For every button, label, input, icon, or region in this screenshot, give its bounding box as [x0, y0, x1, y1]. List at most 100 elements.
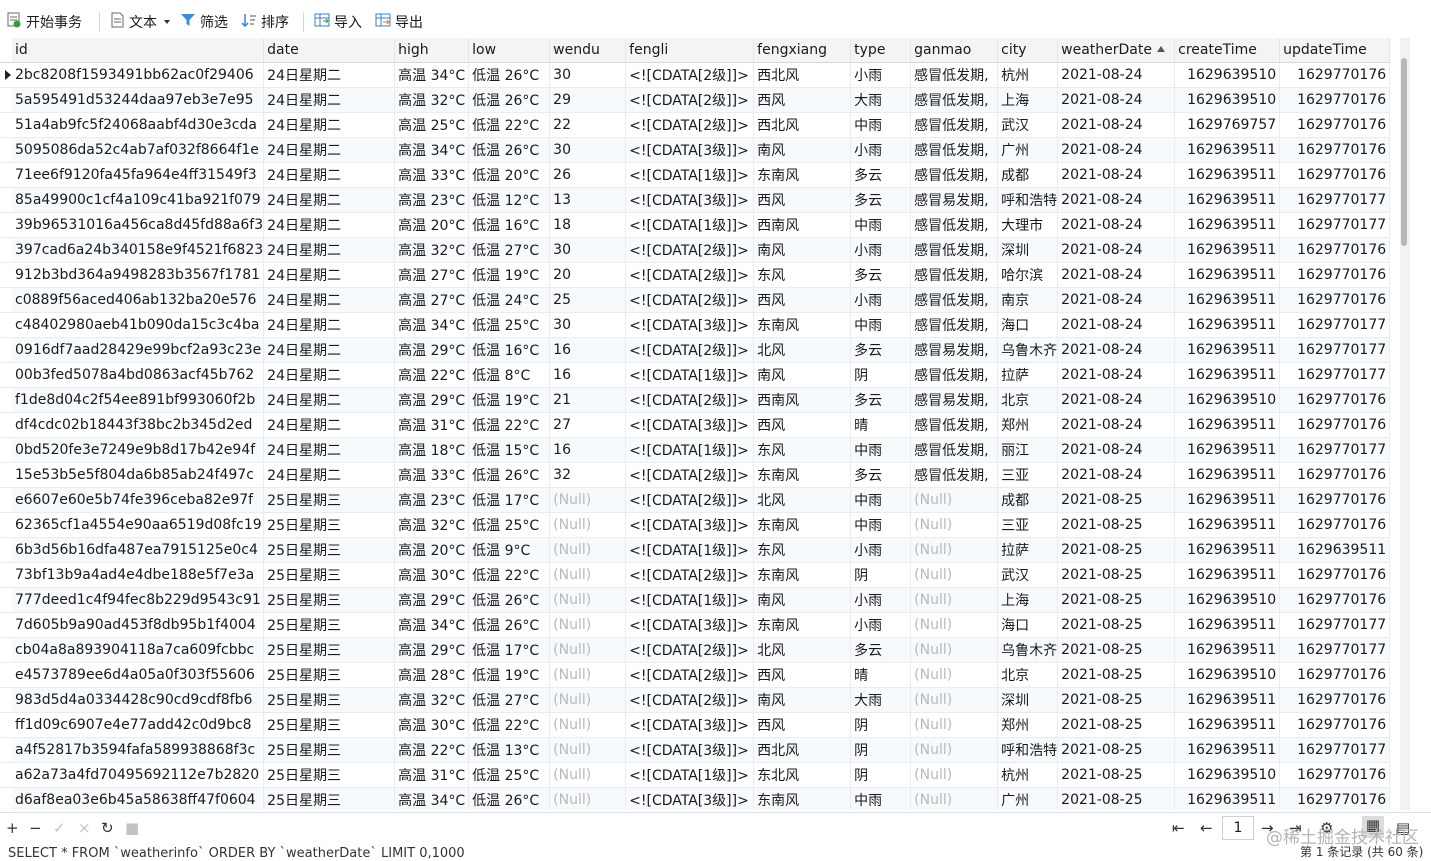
row-indicator[interactable] [0, 237, 12, 263]
cell-low[interactable]: 低温 26°C [468, 462, 551, 488]
cell-type[interactable]: 中雨 [850, 312, 912, 338]
cell-weatherDate[interactable]: 2021-08-24 [1057, 437, 1176, 463]
cell-createTime[interactable]: 1629639511 [1174, 337, 1281, 363]
cell-fengxiang[interactable]: 东风 [753, 537, 852, 563]
page-number-field[interactable]: 1 [1222, 816, 1254, 840]
cell-updateTime[interactable]: 1629770177 [1279, 312, 1391, 338]
cell-updateTime[interactable]: 1629770177 [1279, 612, 1391, 638]
cell-fengli[interactable]: <![CDATA[1级]]> [625, 162, 755, 188]
cell-fengli[interactable]: <![CDATA[3级]]> [625, 787, 755, 810]
row-indicator[interactable] [0, 762, 12, 788]
cell-date[interactable]: 24日星期二 [263, 312, 396, 338]
cell-fengli[interactable]: <![CDATA[2级]]> [625, 687, 755, 713]
cell-updateTime[interactable]: 1629770176 [1279, 562, 1391, 588]
cell-fengxiang[interactable]: 西南风 [753, 387, 852, 413]
cell-type[interactable]: 中雨 [850, 787, 912, 810]
cell-high[interactable]: 高温 22°C [394, 362, 470, 388]
cell-createTime[interactable]: 1629639511 [1174, 412, 1281, 438]
column-header-fengxiang[interactable]: fengxiang [753, 38, 852, 63]
cell-ganmao[interactable]: 感冒低发期, [910, 112, 999, 138]
cell-id[interactable]: 62365cf1a4554e90aa6519d08fc19 [12, 512, 265, 538]
cell-fengxiang[interactable]: 南风 [753, 687, 852, 713]
sort-button[interactable]: 排序 [241, 11, 289, 33]
row-indicator[interactable] [0, 187, 12, 213]
cell-date[interactable]: 25日星期三 [263, 737, 396, 763]
cell-type[interactable]: 大雨 [850, 87, 912, 113]
cell-fengxiang[interactable]: 西风 [753, 662, 852, 688]
cell-fengxiang[interactable]: 北风 [753, 337, 852, 363]
cell-high[interactable]: 高温 20°C [394, 537, 470, 563]
cell-id[interactable]: e6607e60e5b74fe396ceba82e97f [12, 487, 265, 513]
cell-city[interactable]: 广州 [997, 137, 1059, 163]
cell-createTime[interactable]: 1629639511 [1174, 487, 1281, 513]
cell-ganmao[interactable]: 感冒低发期, [910, 162, 999, 188]
cell-fengxiang[interactable]: 东南风 [753, 312, 852, 338]
cell-id[interactable]: a62a73a4fd70495692112e7b2820 [12, 762, 265, 788]
cell-fengxiang[interactable]: 南风 [753, 137, 852, 163]
cell-high[interactable]: 高温 28°C [394, 662, 470, 688]
cell-updateTime[interactable]: 1629770177 [1279, 212, 1391, 238]
cell-id[interactable]: ff1d09c6907e4e77add42c0d9bc8 [12, 712, 265, 738]
cell-type[interactable]: 多云 [850, 162, 912, 188]
cell-fengxiang[interactable]: 西北风 [753, 737, 852, 763]
row-indicator[interactable] [0, 637, 12, 663]
cell-wendu[interactable]: (Null) [549, 712, 627, 738]
table-row[interactable]: a62a73a4fd70495692112e7b2820 25日星期三 高温 31°… [0, 762, 1391, 788]
cell-updateTime[interactable]: 1629770176 [1279, 712, 1391, 738]
row-indicator[interactable] [0, 612, 12, 638]
cell-low[interactable]: 低温 16°C [468, 337, 551, 363]
cell-weatherDate[interactable]: 2021-08-25 [1057, 537, 1176, 563]
cell-type[interactable]: 多云 [850, 262, 912, 288]
cell-ganmao[interactable]: 感冒低发期, [910, 237, 999, 263]
cell-fengxiang[interactable]: 东南风 [753, 562, 852, 588]
row-indicator[interactable] [0, 137, 12, 163]
cell-id[interactable]: 51a4ab9fc5f24068aabf4d30e3cda [12, 112, 265, 138]
cell-city[interactable]: 大理市 [997, 212, 1059, 238]
cell-high[interactable]: 高温 31°C [394, 412, 470, 438]
cell-low[interactable]: 低温 22°C [468, 712, 551, 738]
cell-type[interactable]: 小雨 [850, 137, 912, 163]
cell-wendu[interactable]: 20 [549, 262, 627, 288]
cell-type[interactable]: 中雨 [850, 212, 912, 238]
cell-type[interactable]: 多云 [850, 187, 912, 213]
column-header-id[interactable]: id [12, 38, 265, 63]
cell-createTime[interactable]: 1629639511 [1174, 737, 1281, 763]
cell-weatherDate[interactable]: 2021-08-25 [1057, 712, 1176, 738]
cell-wendu[interactable]: (Null) [549, 537, 627, 563]
cell-city[interactable]: 深圳 [997, 237, 1059, 263]
cell-weatherDate[interactable]: 2021-08-24 [1057, 87, 1176, 113]
cell-fengxiang[interactable]: 东南风 [753, 462, 852, 488]
cell-type[interactable]: 大雨 [850, 687, 912, 713]
cell-wendu[interactable]: (Null) [549, 562, 627, 588]
cell-fengxiang[interactable]: 西北风 [753, 112, 852, 138]
table-row[interactable]: e6607e60e5b74fe396ceba82e97f 25日星期三 高温 23°… [0, 487, 1391, 513]
cell-id[interactable]: 15e53b5e5f804da6b85ab24f497c [12, 462, 265, 488]
cell-low[interactable]: 低温 17°C [468, 637, 551, 663]
cell-updateTime[interactable]: 1629770176 [1279, 87, 1391, 113]
row-indicator[interactable] [0, 587, 12, 613]
cell-city[interactable]: 郑州 [997, 412, 1059, 438]
cell-createTime[interactable]: 1629639510 [1174, 87, 1281, 113]
cell-fengli[interactable]: <![CDATA[3级]]> [625, 737, 755, 763]
table-row[interactable]: 85a49900c1cf4a109c41ba921f079 24日星期二 高温 23… [0, 187, 1391, 213]
row-indicator[interactable] [0, 337, 12, 363]
row-indicator[interactable] [0, 787, 12, 810]
cell-low[interactable]: 低温 26°C [468, 787, 551, 810]
cell-high[interactable]: 高温 32°C [394, 687, 470, 713]
cell-fengxiang[interactable]: 东风 [753, 437, 852, 463]
table-row[interactable]: 7d605b9a90ad453f8db95b1f4004 25日星期三 高温 34°… [0, 612, 1391, 638]
cell-wendu[interactable]: (Null) [549, 512, 627, 538]
cell-createTime[interactable]: 1629639511 [1174, 362, 1281, 388]
cell-wendu[interactable]: 32 [549, 462, 627, 488]
cell-date[interactable]: 25日星期三 [263, 487, 396, 513]
cell-high[interactable]: 高温 27°C [394, 287, 470, 313]
apply-changes-icon[interactable]: ✓ [53, 819, 66, 837]
cell-weatherDate[interactable]: 2021-08-25 [1057, 662, 1176, 688]
cell-createTime[interactable]: 1629639511 [1174, 437, 1281, 463]
cell-city[interactable]: 武汉 [997, 112, 1059, 138]
cell-fengxiang[interactable]: 南风 [753, 362, 852, 388]
cell-low[interactable]: 低温 19°C [468, 662, 551, 688]
table-row[interactable]: 397cad6a24b340158e9f4521f6823 24日星期二 高温 32… [0, 237, 1391, 263]
cell-low[interactable]: 低温 24°C [468, 287, 551, 313]
cell-wendu[interactable]: (Null) [549, 612, 627, 638]
